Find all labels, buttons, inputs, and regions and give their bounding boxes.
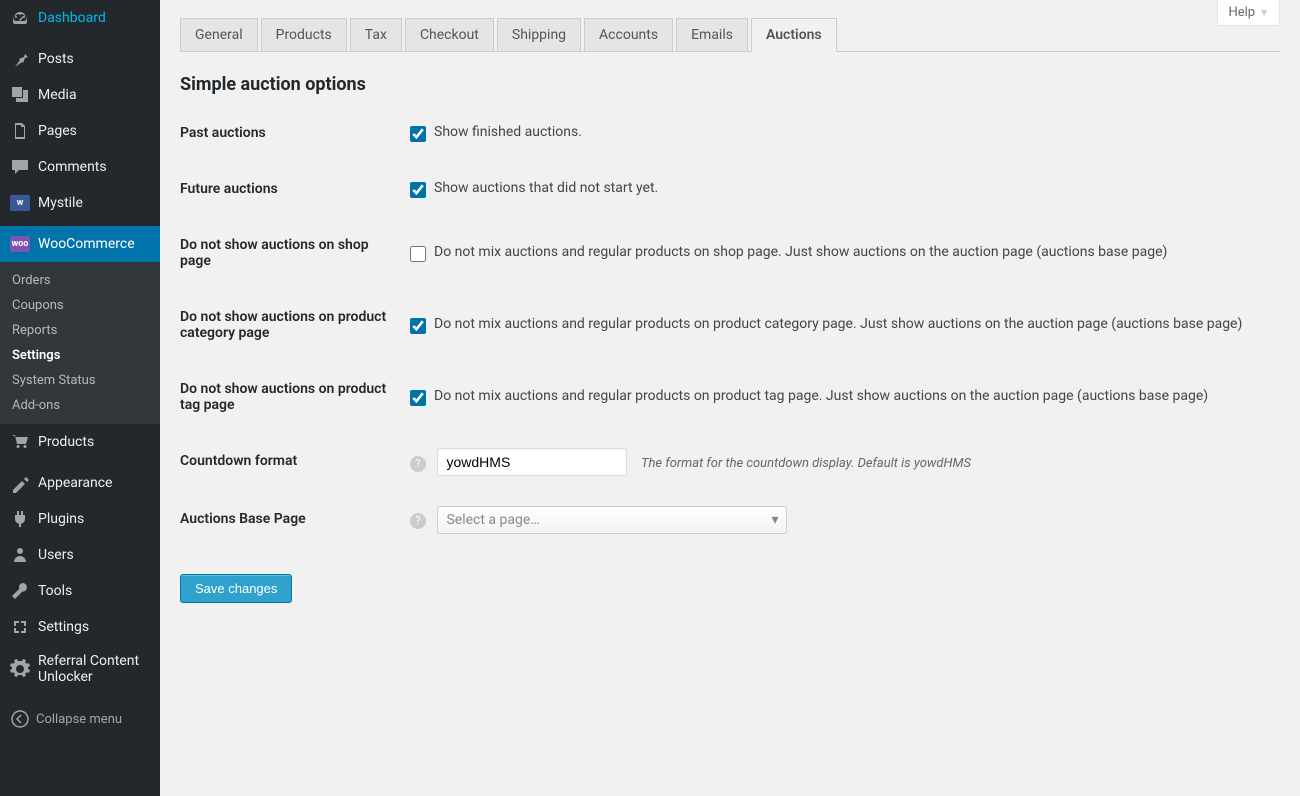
menu-label: Referral Content Unlocker (38, 653, 150, 685)
menu-tools[interactable]: Tools (0, 573, 160, 609)
shop-page-checkbox[interactable] (410, 246, 426, 262)
cart-icon (10, 432, 30, 452)
menu-label: Mystile (38, 195, 83, 211)
help-tip-icon[interactable]: ? (410, 456, 426, 472)
category-page-desc: Do not mix auctions and regular products… (434, 316, 1242, 332)
basepage-placeholder: Select a page… (446, 512, 539, 528)
menu-referral[interactable]: Referral Content Unlocker (0, 645, 160, 693)
mystile-icon: w (10, 193, 30, 213)
settings-tabs: General Products Tax Checkout Shipping A… (180, 18, 1280, 52)
dashboard-icon (10, 8, 30, 28)
help-tip-icon[interactable]: ? (410, 513, 426, 529)
collapse-icon (10, 709, 30, 729)
menu-label: Pages (38, 123, 77, 139)
past-auctions-desc: Show finished auctions. (434, 124, 582, 140)
submenu-addons[interactable]: Add-ons (0, 393, 160, 418)
past-auctions-checkbox[interactable] (410, 126, 426, 142)
pages-icon (10, 121, 30, 141)
future-auctions-desc: Show auctions that did not start yet. (434, 180, 658, 196)
menu-label: Tools (38, 583, 72, 599)
category-page-label: Do not show auctions on product category… (180, 289, 400, 361)
tab-shipping[interactable]: Shipping (497, 18, 581, 52)
tab-checkout[interactable]: Checkout (405, 18, 494, 52)
tag-page-checkbox[interactable] (410, 390, 426, 406)
future-auctions-label: Future auctions (180, 161, 400, 217)
category-page-checkbox[interactable] (410, 318, 426, 334)
submenu-system-status[interactable]: System Status (0, 368, 160, 393)
menu-label: Products (38, 434, 94, 450)
woocommerce-icon: woo (10, 234, 30, 254)
shop-page-label: Do not show auctions on shop page (180, 217, 400, 289)
help-label: Help (1228, 5, 1255, 20)
menu-appearance[interactable]: Appearance (0, 465, 160, 501)
pin-icon (10, 49, 30, 69)
admin-sidebar: Dashboard Posts Media Pages Comments w My… (0, 0, 160, 796)
tools-icon (10, 581, 30, 601)
settings-form-table: Past auctions Show finished auctions. Fu… (180, 105, 1280, 549)
tab-accounts[interactable]: Accounts (584, 18, 673, 52)
appearance-icon (10, 473, 30, 493)
menu-label: Dashboard (38, 10, 106, 26)
menu-woocommerce[interactable]: woo WooCommerce (0, 226, 160, 262)
countdown-desc: The format for the countdown display. De… (641, 456, 971, 471)
tag-page-label: Do not show auctions on product tag page (180, 361, 400, 433)
chevron-down-icon: ▾ (771, 512, 778, 528)
menu-posts[interactable]: Posts (0, 41, 160, 77)
settings-icon (10, 617, 30, 637)
menu-label: Media (38, 87, 77, 103)
comments-icon (10, 157, 30, 177)
help-tab[interactable]: Help ▼ (1217, 0, 1280, 26)
section-title: Simple auction options (180, 74, 1280, 95)
submenu-coupons[interactable]: Coupons (0, 293, 160, 318)
save-changes-button[interactable]: Save changes (180, 574, 292, 603)
menu-pages[interactable]: Pages (0, 113, 160, 149)
menu-dashboard[interactable]: Dashboard (0, 0, 160, 36)
submenu-orders[interactable]: Orders (0, 268, 160, 293)
tab-general[interactable]: General (180, 18, 258, 52)
basepage-label: Auctions Base Page (180, 491, 400, 549)
tag-page-desc: Do not mix auctions and regular products… (434, 388, 1208, 404)
chevron-down-icon: ▼ (1259, 8, 1269, 19)
menu-label: Comments (38, 159, 107, 175)
menu-label: WooCommerce (38, 236, 135, 252)
menu-label: Settings (38, 619, 89, 635)
menu-mystile[interactable]: w Mystile (0, 185, 160, 221)
countdown-format-input[interactable] (437, 448, 627, 476)
tab-tax[interactable]: Tax (350, 18, 402, 52)
plugins-icon (10, 509, 30, 529)
main-content: Help ▼ General Products Tax Checkout Ship… (160, 0, 1300, 796)
tab-emails[interactable]: Emails (676, 18, 748, 52)
menu-label: Appearance (38, 475, 112, 491)
tab-auctions[interactable]: Auctions (751, 18, 837, 52)
media-icon (10, 85, 30, 105)
menu-comments[interactable]: Comments (0, 149, 160, 185)
collapse-label: Collapse menu (36, 712, 122, 727)
tab-products[interactable]: Products (261, 18, 347, 52)
menu-label: Posts (38, 51, 74, 67)
menu-media[interactable]: Media (0, 77, 160, 113)
shop-page-desc: Do not mix auctions and regular products… (434, 244, 1167, 260)
submenu-settings[interactable]: Settings (0, 343, 160, 368)
past-auctions-label: Past auctions (180, 105, 400, 161)
woocommerce-submenu: Orders Coupons Reports Settings System S… (0, 262, 160, 424)
menu-settings[interactable]: Settings (0, 609, 160, 645)
collapse-menu[interactable]: Collapse menu (0, 701, 160, 737)
users-icon (10, 545, 30, 565)
countdown-label: Countdown format (180, 433, 400, 491)
basepage-select[interactable]: Select a page… ▾ (437, 506, 787, 534)
menu-products[interactable]: Products (0, 424, 160, 460)
gear-icon (10, 659, 30, 679)
menu-label: Users (38, 547, 74, 563)
menu-label: Plugins (38, 511, 84, 527)
submenu-reports[interactable]: Reports (0, 318, 160, 343)
menu-plugins[interactable]: Plugins (0, 501, 160, 537)
future-auctions-checkbox[interactable] (410, 182, 426, 198)
menu-users[interactable]: Users (0, 537, 160, 573)
